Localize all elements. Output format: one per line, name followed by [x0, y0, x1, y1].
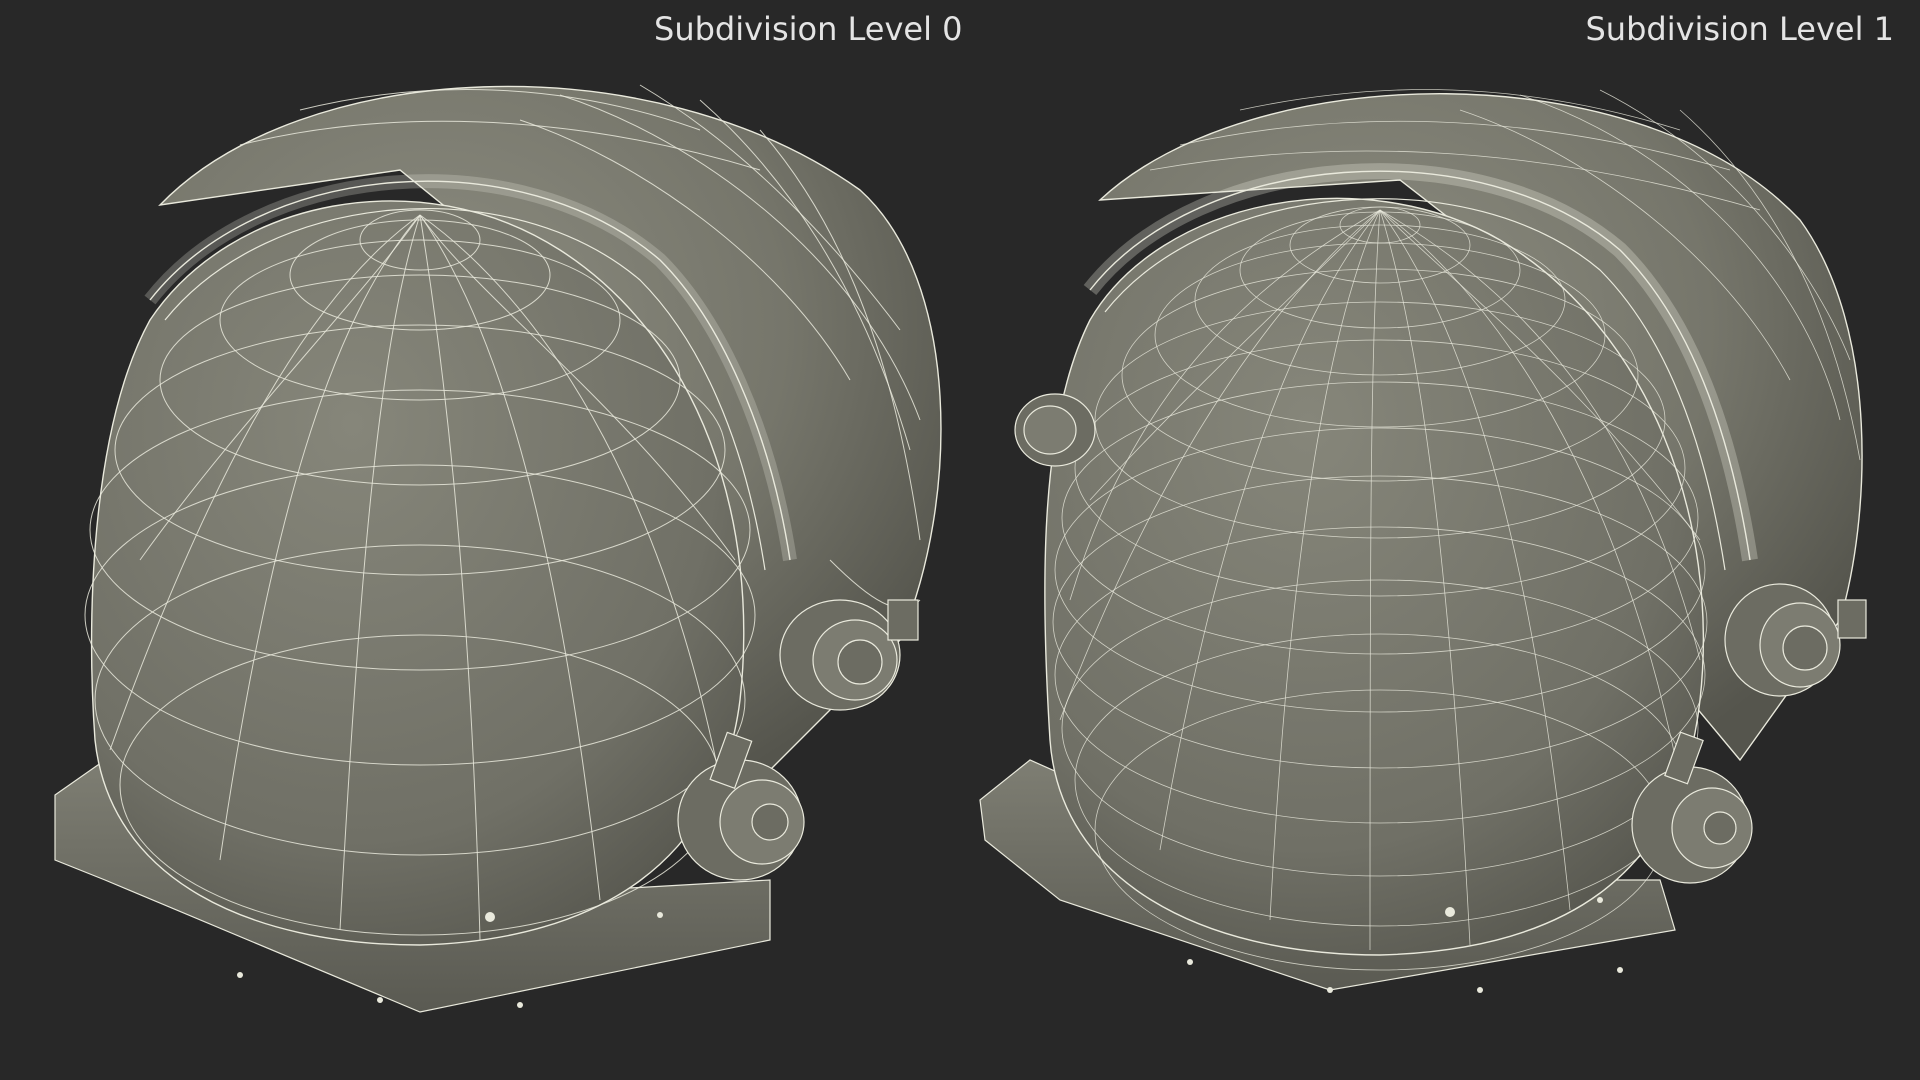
upper-valve	[1724, 583, 1867, 697]
helmet-render-svg	[54, 84, 1867, 1013]
helmet-subdivision-1	[979, 89, 1867, 993]
helmet-subdivision-0	[54, 84, 942, 1013]
left-side-knob	[1014, 393, 1096, 467]
upper-valve	[779, 599, 919, 711]
render-viewport: Subdivision Level 0 Subdivision Level 1	[0, 0, 1920, 1080]
